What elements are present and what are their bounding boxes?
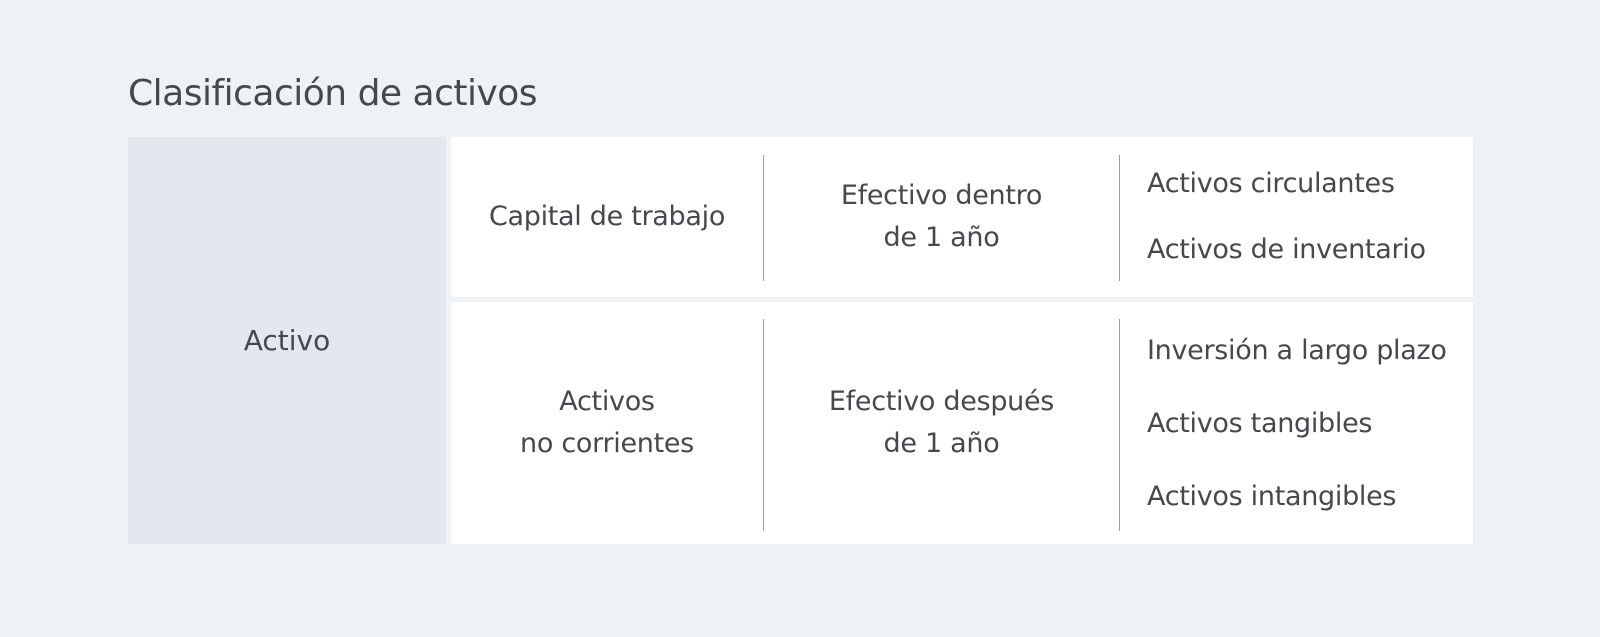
diagram-title: Clasificación de activos bbox=[128, 73, 538, 114]
items-cell: Inversión a largo plazo Activos tangible… bbox=[1120, 302, 1473, 544]
term-label: Efectivo después de 1 año bbox=[829, 381, 1054, 465]
term-label-line: Efectivo dentro bbox=[840, 180, 1043, 211]
term-label-line: Efectivo después bbox=[828, 386, 1055, 417]
class-label-line: no corrientes bbox=[520, 428, 694, 459]
asset-item: Activos circulantes bbox=[1147, 168, 1395, 199]
items-cell: Activos circulantes Activos de inventari… bbox=[1120, 137, 1473, 297]
classification-row-noncurrent: Activos no corrientes Efectivo después d… bbox=[451, 302, 1473, 544]
asset-item: Activos de inventario bbox=[1147, 234, 1426, 265]
class-label-line: Activos bbox=[559, 386, 655, 417]
asset-classification-table: Activo Capital de trabajo Efectivo dentr… bbox=[128, 137, 1473, 544]
term-cell: Efectivo después de 1 año bbox=[764, 302, 1119, 544]
term-label-line: de 1 año bbox=[883, 428, 1000, 459]
classification-row-current: Capital de trabajo Efectivo dentro de 1 … bbox=[451, 137, 1473, 297]
root-category-label: Activo bbox=[243, 324, 331, 357]
class-label: Capital de trabajo bbox=[489, 196, 725, 238]
class-label: Activos no corrientes bbox=[520, 381, 694, 465]
class-cell: Activos no corrientes bbox=[451, 302, 763, 544]
term-cell: Efectivo dentro de 1 año bbox=[764, 137, 1119, 297]
class-cell: Capital de trabajo bbox=[451, 137, 763, 297]
root-category-cell: Activo bbox=[128, 137, 446, 544]
asset-item: Activos tangibles bbox=[1147, 407, 1373, 439]
term-label-line: de 1 año bbox=[883, 222, 1000, 253]
asset-item: Inversión a largo plazo bbox=[1147, 334, 1447, 366]
term-label: Efectivo dentro de 1 año bbox=[841, 175, 1042, 259]
class-label-line: Capital de trabajo bbox=[488, 201, 726, 232]
asset-item: Activos intangibles bbox=[1147, 480, 1397, 512]
